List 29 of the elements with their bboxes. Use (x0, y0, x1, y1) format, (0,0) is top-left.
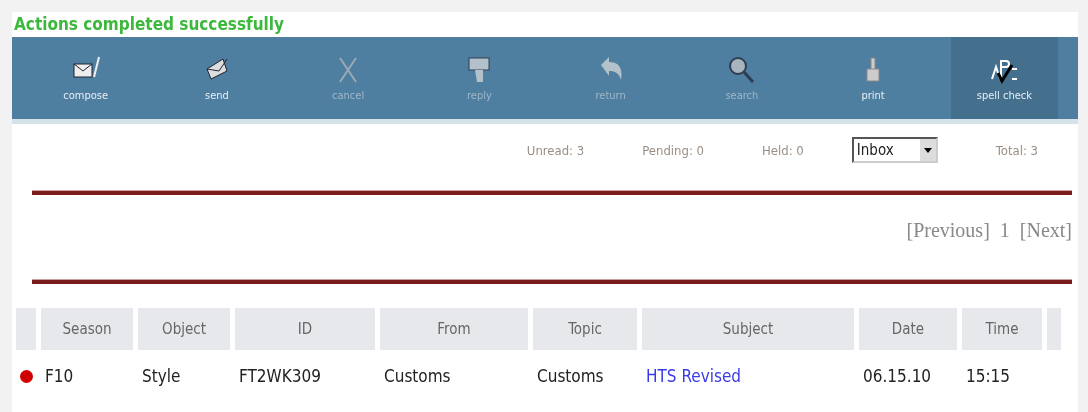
toolbar-button[interactable]: print (819, 37, 927, 119)
held-count: Held: 0 (762, 142, 804, 158)
toolbar-button[interactable]: compose (32, 37, 140, 119)
toolbar-button[interactable]: send (163, 37, 271, 119)
column-header[interactable]: Object (138, 308, 230, 350)
table-cell-text: 06.15.10 (862, 365, 933, 388)
column-header[interactable]: Subject (642, 308, 854, 350)
column-header[interactable]: ID (235, 308, 375, 350)
pending-count: Pending: 0 (642, 142, 705, 158)
table-cell-text: Customs (536, 365, 605, 388)
column-header[interactable]: Topic (533, 308, 637, 350)
total-count: Total: 3 (995, 142, 1038, 158)
column-header[interactable]: Time (962, 308, 1042, 350)
table-cell-text: FT2WK309 (238, 365, 322, 388)
column-header[interactable]: From (380, 308, 528, 350)
table-cell-text: F10 (44, 365, 75, 388)
page-number: 1 (999, 218, 1010, 242)
folder-dropdown[interactable]: Inbox (851, 137, 938, 163)
subject-link[interactable]: HTS Revised (642, 350, 854, 402)
column-header[interactable]: Season (41, 308, 133, 350)
unread-count: Unread: 3 (526, 142, 585, 158)
column-header[interactable]: Date (859, 308, 957, 350)
status-message: Actions completed successfully (13, 13, 285, 36)
table-cell-text: Customs (383, 365, 452, 388)
previous-link[interactable]: [Previous] (906, 218, 990, 242)
table-cell-text: 15:15 (965, 365, 1012, 388)
toolbar-button[interactable]: spell check (950, 37, 1058, 119)
next-link[interactable]: [Next] (1019, 218, 1072, 242)
table-cell-text: Style (141, 365, 182, 388)
